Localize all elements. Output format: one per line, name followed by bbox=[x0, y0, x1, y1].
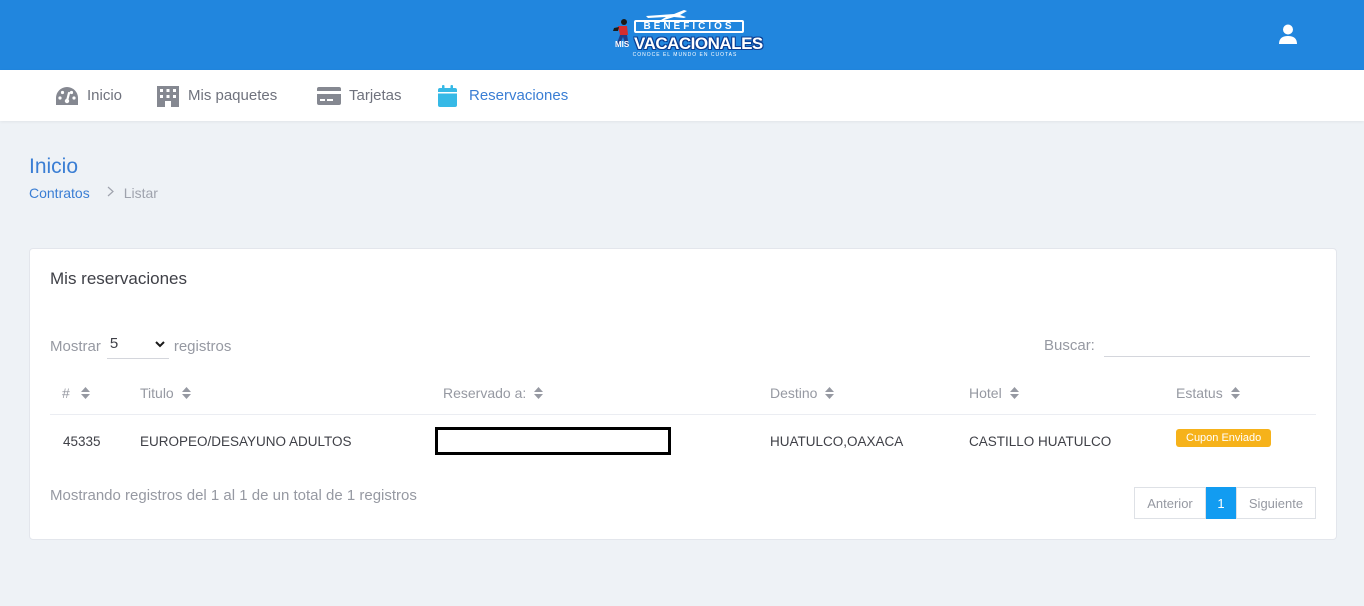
reservations-card: Mis reservaciones Mostrar 5 registros Bu… bbox=[29, 248, 1337, 540]
column-label: Reservado a: bbox=[443, 385, 527, 401]
column-label: # bbox=[62, 385, 70, 401]
table-row: 45335 EUROPEO/DESAYUNO ADULTOS HUATULCO,… bbox=[50, 415, 1316, 467]
brand-line1: BENEFICIOS bbox=[634, 20, 744, 33]
sort-icon bbox=[1230, 387, 1240, 399]
reservations-table: # Titulo Reservado a: Destino Hotel Esta… bbox=[50, 371, 1316, 467]
search-control: Buscar: bbox=[1044, 333, 1310, 357]
breadcrumb-link-contratos[interactable]: Contratos bbox=[29, 185, 90, 201]
redacted-cell-reservado bbox=[435, 427, 671, 455]
sort-icon bbox=[181, 387, 191, 399]
credit-card-icon bbox=[317, 86, 341, 106]
column-header-hotel[interactable]: Hotel bbox=[969, 371, 1019, 415]
cell-destino: HUATULCO,OAXACA bbox=[770, 433, 904, 449]
cell-titulo: EUROPEO/DESAYUNO ADULTOS bbox=[140, 433, 352, 449]
nav-item-reservaciones[interactable]: Reservaciones bbox=[438, 70, 568, 121]
pagination-page-1[interactable]: 1 bbox=[1206, 487, 1236, 519]
column-label: Titulo bbox=[140, 385, 174, 401]
brand-line2: VACACIONALES bbox=[634, 34, 763, 53]
pagination-next[interactable]: Siguiente bbox=[1236, 487, 1316, 519]
column-label: Destino bbox=[770, 385, 818, 401]
sort-icon bbox=[534, 387, 544, 399]
calendar-icon bbox=[438, 84, 457, 107]
cell-id: 45335 bbox=[63, 433, 101, 449]
card-title: Mis reservaciones bbox=[50, 269, 187, 288]
search-input[interactable] bbox=[1103, 333, 1310, 357]
cell-estatus: Cupon Enviado bbox=[1176, 415, 1272, 467]
table-header: # Titulo Reservado a: Destino Hotel Esta… bbox=[50, 371, 1316, 415]
brand-mis: MIS bbox=[615, 40, 630, 49]
chevron-down-icon bbox=[155, 341, 165, 348]
main-nav: Inicio Mis paquetes Tarjetas Reservacion… bbox=[0, 70, 1364, 121]
breadcrumb: Contratos Listar bbox=[29, 185, 158, 201]
page-length-select[interactable]: 5 bbox=[106, 333, 169, 359]
length-label-before: Mostrar bbox=[50, 337, 101, 355]
breadcrumb-current: Listar bbox=[123, 185, 158, 201]
top-header: BENEFICIOS MIS VACACIONALES CONOCE EL MU… bbox=[0, 0, 1364, 70]
column-label: Hotel bbox=[969, 385, 1002, 401]
sort-icon bbox=[1009, 387, 1019, 399]
cell-hotel: CASTILLO HUATULCO bbox=[969, 433, 1112, 449]
chevron-right-icon bbox=[107, 186, 114, 200]
nav-label-inicio: Inicio bbox=[87, 87, 123, 104]
column-header-destino[interactable]: Destino bbox=[770, 371, 835, 415]
nav-item-inicio[interactable]: Inicio bbox=[55, 70, 122, 121]
sort-icon bbox=[80, 387, 90, 399]
length-label-after: registros bbox=[173, 337, 232, 355]
brand-tagline: CONOCE EL MUNDO EN CUOTAS bbox=[632, 52, 738, 58]
table-info: Mostrando registros del 1 al 1 de un tot… bbox=[50, 487, 417, 504]
brand-logo[interactable]: BENEFICIOS MIS VACACIONALES CONOCE EL MU… bbox=[606, 8, 763, 62]
page-length-value: 5 bbox=[109, 335, 119, 352]
column-label: Estatus bbox=[1176, 385, 1223, 401]
user-icon bbox=[1279, 24, 1297, 44]
nav-item-tarjetas[interactable]: Tarjetas bbox=[317, 70, 402, 121]
status-badge: Cupon Enviado bbox=[1176, 429, 1272, 447]
building-icon bbox=[156, 84, 180, 108]
page-title: Inicio bbox=[29, 155, 79, 178]
nav-item-mis-paquetes[interactable]: Mis paquetes bbox=[156, 70, 277, 121]
column-header-estatus[interactable]: Estatus bbox=[1176, 371, 1240, 415]
search-label: Buscar: bbox=[1044, 336, 1095, 354]
dashboard-icon bbox=[55, 86, 79, 106]
user-account-button[interactable] bbox=[1276, 22, 1300, 46]
nav-label-reservaciones: Reservaciones bbox=[469, 87, 569, 104]
pagination-previous[interactable]: Anterior bbox=[1134, 487, 1206, 519]
pagination: Anterior 1 Siguiente bbox=[1134, 487, 1316, 519]
nav-label-mis-paquetes: Mis paquetes bbox=[188, 87, 278, 104]
column-header-id[interactable]: # bbox=[62, 371, 90, 415]
nav-label-tarjetas: Tarjetas bbox=[349, 87, 402, 104]
column-header-titulo[interactable]: Titulo bbox=[140, 371, 191, 415]
column-header-reservado[interactable]: Reservado a: bbox=[443, 371, 544, 415]
page-length-control: Mostrar 5 registros bbox=[50, 333, 231, 359]
sort-icon bbox=[825, 387, 835, 399]
